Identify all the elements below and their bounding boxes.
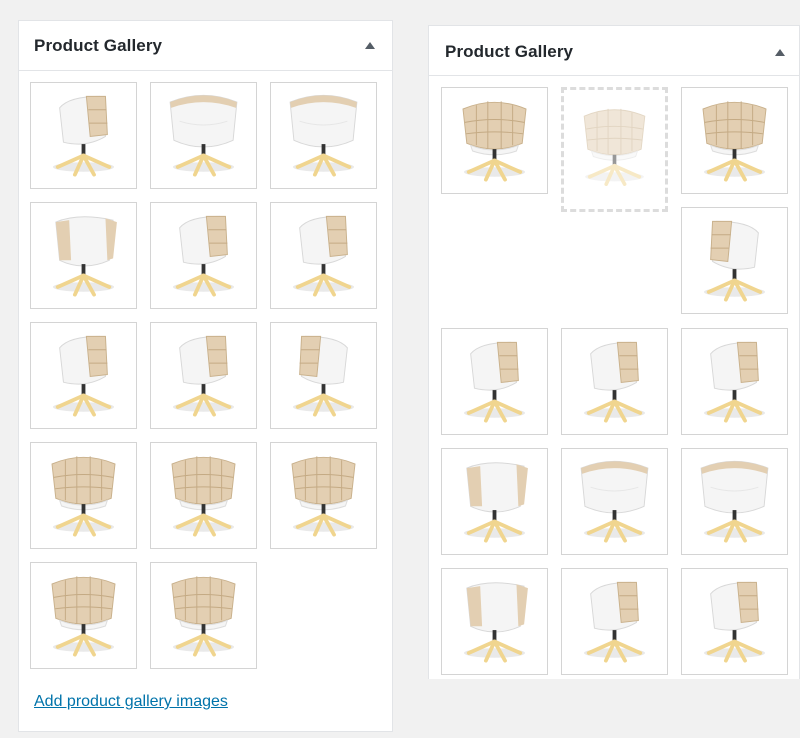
chair-image	[52, 95, 115, 177]
add-gallery-images-link[interactable]: Add product gallery images	[34, 693, 228, 711]
gallery-image-thumbnail[interactable]	[681, 207, 788, 314]
chair-image	[51, 456, 116, 537]
gallery-image-thumbnail[interactable]	[150, 82, 257, 189]
chair-image	[51, 576, 116, 657]
gallery-image-thumbnail[interactable]	[30, 202, 137, 309]
gallery-image-thumbnail[interactable]	[30, 82, 137, 189]
chair-image	[703, 581, 766, 663]
chair-image	[702, 101, 767, 182]
gallery-image-thumbnail[interactable]	[441, 568, 548, 675]
chair-image	[462, 101, 527, 182]
gallery-image-thumbnail[interactable]	[150, 322, 257, 429]
gallery-image-thumbnail[interactable]	[150, 442, 257, 549]
gallery-image-thumbnail[interactable]	[270, 442, 377, 549]
gallery-image-thumbnail[interactable]	[681, 568, 788, 675]
chair-image	[463, 341, 526, 423]
gallery-image-thumbnail[interactable]	[681, 328, 788, 435]
chair-image	[703, 220, 766, 302]
gallery-image-thumbnail[interactable]	[441, 87, 548, 194]
chair-image	[700, 461, 769, 543]
gallery-image-thumbnail[interactable]	[681, 448, 788, 555]
gallery-image-thumbnail[interactable]	[150, 562, 257, 669]
chair-image	[463, 582, 528, 663]
chair-image	[289, 95, 358, 177]
chair-image	[703, 341, 766, 423]
chair-image	[52, 335, 115, 417]
panel-header[interactable]: Product Gallery	[429, 26, 799, 76]
page-background	[418, 679, 800, 738]
chair-image	[169, 95, 238, 177]
chair-image	[171, 576, 236, 657]
gallery-image-thumbnail[interactable]	[30, 562, 137, 669]
gallery-image-thumbnail[interactable]	[561, 448, 668, 555]
chair-image	[292, 335, 355, 417]
gallery-image-thumbnail[interactable]	[30, 442, 137, 549]
chair-image	[291, 456, 356, 537]
gallery-image-thumbnail[interactable]	[270, 82, 377, 189]
gallery-image-thumbnail[interactable]	[270, 322, 377, 429]
gallery-image-thumbnail[interactable]	[270, 202, 377, 309]
gallery-image-thumbnail[interactable]	[150, 202, 257, 309]
chair-image	[172, 335, 235, 417]
chair-image	[52, 216, 117, 297]
chair-image	[583, 581, 646, 663]
collapse-toggle-icon[interactable]	[775, 49, 785, 56]
chair-image	[580, 461, 649, 543]
dragged-image[interactable]	[564, 96, 665, 197]
chair-image	[171, 456, 236, 537]
gallery-image-thumbnail[interactable]	[441, 448, 548, 555]
gallery-image-thumbnail[interactable]	[561, 568, 668, 675]
panel-header[interactable]: Product Gallery	[19, 21, 392, 71]
collapse-toggle-icon[interactable]	[365, 42, 375, 49]
chair-image	[583, 108, 646, 186]
gallery-image-thumbnail[interactable]	[30, 322, 137, 429]
chair-image	[172, 215, 235, 297]
chair-image	[463, 462, 528, 543]
gallery-image-thumbnail[interactable]	[681, 87, 788, 194]
panel-title: Product Gallery	[445, 42, 574, 61]
chair-image	[292, 215, 355, 297]
gallery-image-thumbnail[interactable]	[441, 328, 548, 435]
panel-title: Product Gallery	[34, 36, 163, 55]
gallery-image-thumbnail[interactable]	[561, 328, 668, 435]
chair-image	[583, 341, 646, 423]
